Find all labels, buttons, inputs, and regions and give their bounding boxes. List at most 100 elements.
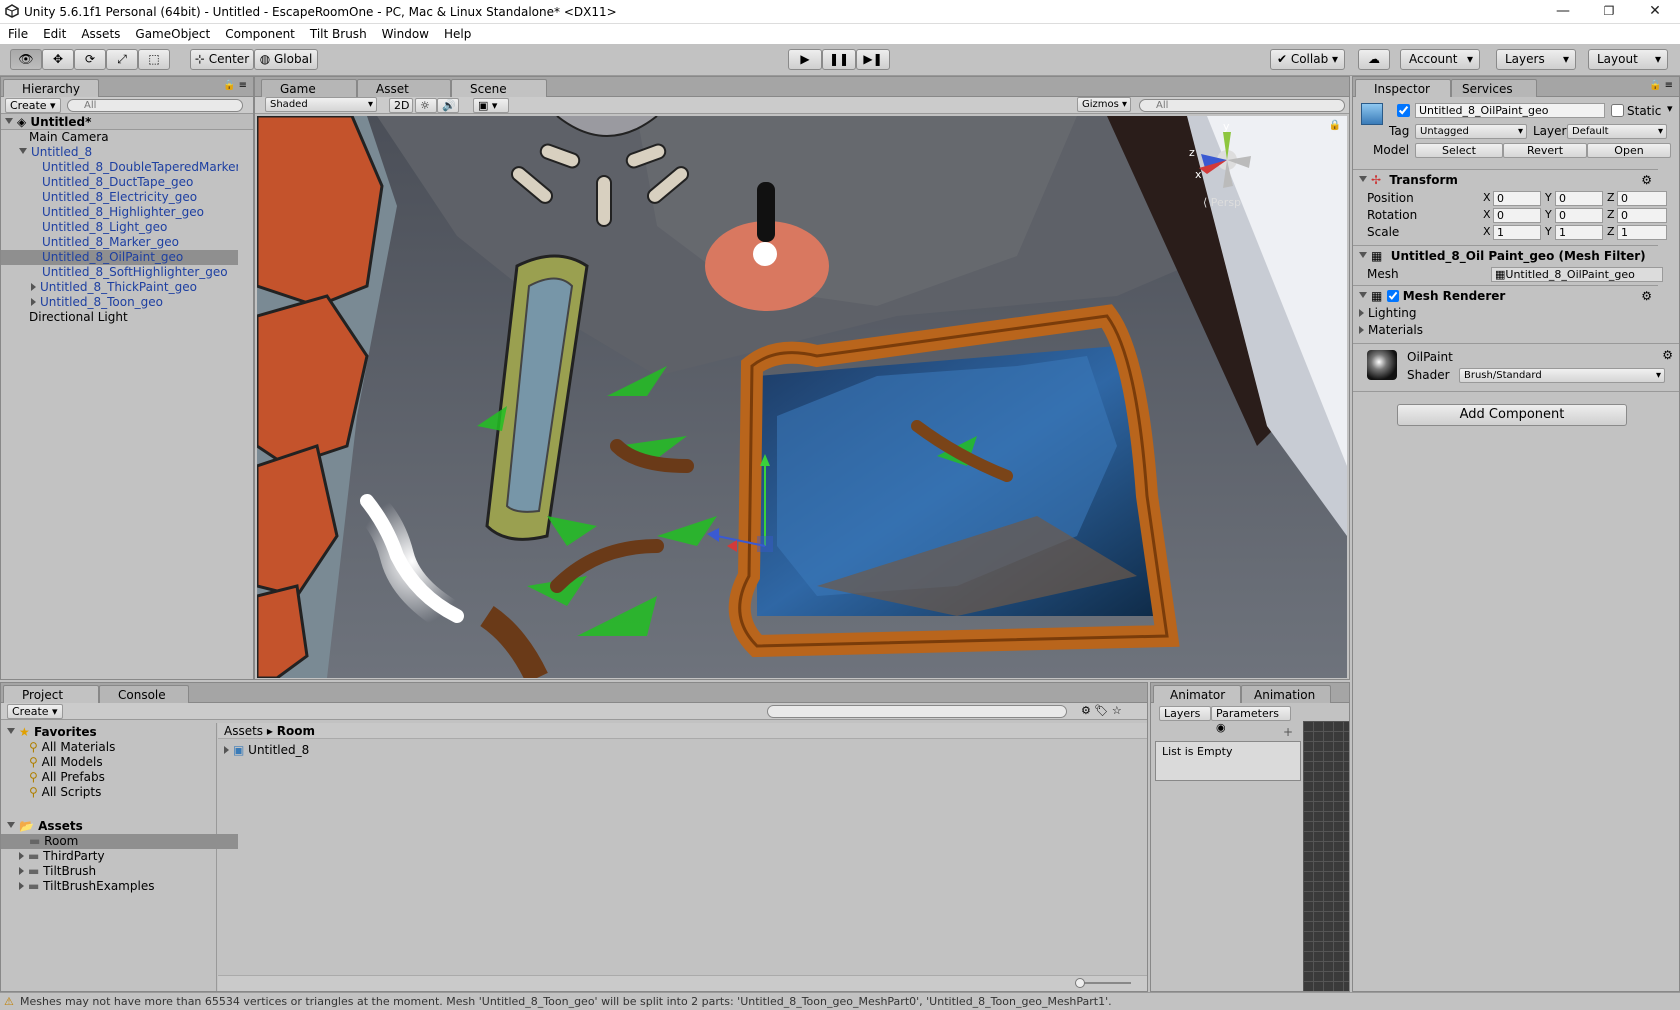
hierarchy-create-button[interactable]: Create ▾ bbox=[5, 98, 61, 113]
fold-right-icon[interactable] bbox=[19, 867, 24, 875]
cloud-button[interactable]: ☁ bbox=[1358, 49, 1390, 70]
hierarchy-item[interactable]: Untitled_8_SoftHighlighter_geo bbox=[1, 265, 238, 280]
hierarchy-item[interactable]: Untitled_8_Electricity_geo bbox=[1, 190, 238, 205]
tab-game[interactable]: Game bbox=[261, 79, 357, 97]
fold-down-icon[interactable] bbox=[1359, 252, 1367, 258]
model-revert-button[interactable]: Revert bbox=[1503, 143, 1587, 158]
scene-audio-toggle[interactable]: 🔊 bbox=[437, 98, 459, 113]
favorite-item[interactable]: ⚲ All Prefabs bbox=[1, 770, 238, 785]
hierarchy-item[interactable]: Untitled_8_Light_geo bbox=[1, 220, 238, 235]
tab-animator[interactable]: Animator bbox=[1153, 685, 1241, 703]
scene-search-input[interactable]: All bbox=[1139, 99, 1345, 112]
tab-project[interactable]: Project bbox=[3, 685, 99, 703]
renderer-enabled-checkbox[interactable] bbox=[1386, 290, 1399, 302]
fold-right-icon[interactable] bbox=[31, 298, 36, 306]
tab-asset-store[interactable]: Asset Store bbox=[357, 79, 451, 110]
fold-right-icon[interactable] bbox=[19, 852, 24, 860]
persp-label[interactable]: ⟨ Persp bbox=[1203, 196, 1241, 210]
rotation-y-field[interactable]: 0 bbox=[1555, 208, 1603, 223]
asset-folder-item[interactable]: ▬ TiltBrushExamples bbox=[1, 879, 238, 894]
fold-right-icon[interactable] bbox=[224, 746, 229, 754]
active-checkbox[interactable] bbox=[1397, 104, 1410, 117]
close-icon[interactable]: ✕ bbox=[1632, 0, 1678, 24]
static-checkbox[interactable] bbox=[1611, 104, 1624, 117]
component-settings-icon[interactable]: ⚙ bbox=[1641, 170, 1652, 190]
fold-down-icon[interactable] bbox=[7, 728, 15, 734]
scene-lock-icon[interactable]: 🔒 bbox=[1329, 120, 1341, 131]
fold-down-icon[interactable] bbox=[5, 118, 13, 124]
menu-help[interactable]: Help bbox=[436, 24, 478, 41]
scene-effects-dropdown[interactable]: ▣ ▾ bbox=[473, 98, 509, 113]
view-tool-button[interactable]: 👁 bbox=[10, 49, 42, 70]
project-create-button[interactable]: Create ▾ bbox=[7, 704, 63, 719]
tag-dropdown[interactable]: Untagged bbox=[1415, 124, 1527, 139]
pivot-global-button[interactable]: ◍ Global bbox=[254, 49, 318, 70]
hierarchy-item[interactable]: Untitled_8_DuctTape_geo bbox=[1, 175, 238, 190]
meshrenderer-header[interactable]: ▦ Mesh Renderer ⚙ bbox=[1353, 285, 1658, 305]
menu-component[interactable]: Component bbox=[217, 24, 302, 41]
move-tool-button[interactable]: ✥ bbox=[42, 49, 74, 70]
menu-file[interactable]: File bbox=[0, 24, 35, 41]
hierarchy-item[interactable]: Untitled_8_DoubleTaperedMarker_geo bbox=[1, 160, 238, 175]
model-select-button[interactable]: Select bbox=[1415, 143, 1503, 158]
add-component-button[interactable]: Add Component bbox=[1397, 404, 1627, 426]
animator-parameters-tab[interactable]: Parameters ◉ bbox=[1211, 706, 1291, 734]
panel-menu-icon[interactable]: 🔒 ≡ bbox=[223, 80, 247, 91]
tab-services[interactable]: Services bbox=[1451, 79, 1537, 97]
pivot-center-button[interactable]: ⊹ Center bbox=[190, 49, 254, 70]
toggle-2d-button[interactable]: 2D bbox=[389, 98, 413, 113]
zoom-slider-thumb[interactable] bbox=[1075, 978, 1085, 988]
rotation-z-field[interactable]: 0 bbox=[1617, 208, 1667, 223]
scene-orientation-gizmo[interactable]: y z x ⟨ Persp bbox=[1187, 120, 1267, 214]
minimize-icon[interactable]: — bbox=[1540, 0, 1586, 24]
hierarchy-item[interactable]: Directional Light bbox=[1, 310, 238, 325]
hierarchy-item[interactable]: Main Camera bbox=[1, 130, 238, 145]
position-y-field[interactable]: 0 bbox=[1555, 191, 1603, 206]
scale-y-field[interactable]: 1 bbox=[1555, 225, 1603, 240]
scale-tool-button[interactable]: ⤢ bbox=[106, 49, 138, 70]
hierarchy-item[interactable]: Untitled_8_ThickPaint_geo bbox=[1, 280, 238, 295]
scene-lighting-toggle[interactable]: ☼ bbox=[415, 98, 437, 113]
scale-x-field[interactable]: 1 bbox=[1493, 225, 1541, 240]
static-dropdown-icon[interactable]: ▾ bbox=[1667, 102, 1673, 116]
meshfilter-header[interactable]: ▦ Untitled_8_Oil Paint_geo (Mesh Filter) bbox=[1353, 245, 1658, 265]
menu-window[interactable]: Window bbox=[374, 24, 436, 41]
shading-mode-dropdown[interactable]: Shaded bbox=[265, 97, 377, 112]
scene-viewport[interactable]: y z x ⟨ Persp 🔒 bbox=[257, 116, 1347, 678]
position-z-field[interactable]: 0 bbox=[1617, 191, 1667, 206]
fold-down-icon[interactable] bbox=[19, 148, 27, 154]
model-open-button[interactable]: Open bbox=[1587, 143, 1671, 158]
add-layer-icon[interactable]: + bbox=[1283, 725, 1293, 739]
position-x-field[interactable]: 0 bbox=[1493, 191, 1541, 206]
hierarchy-search-input[interactable]: All bbox=[67, 99, 243, 112]
breadcrumb-room[interactable]: Room bbox=[277, 724, 315, 738]
play-button[interactable]: ▶ bbox=[788, 49, 822, 70]
mesh-field[interactable]: ▦Untitled_8_OilPaint_geo bbox=[1491, 267, 1663, 282]
rotation-x-field[interactable]: 0 bbox=[1493, 208, 1541, 223]
material-settings-icon[interactable]: ⚙ bbox=[1662, 348, 1673, 362]
menu-edit[interactable]: Edit bbox=[35, 24, 73, 41]
asset-folder-item[interactable]: ▬ Room bbox=[1, 834, 238, 849]
asset-folder-item[interactable]: ▬ TiltBrush bbox=[1, 864, 238, 879]
fold-down-icon[interactable] bbox=[7, 822, 15, 828]
filter-icons[interactable]: ⚙ 🏷 ☆ bbox=[1081, 704, 1122, 717]
scale-z-field[interactable]: 1 bbox=[1617, 225, 1667, 240]
menu-gameobject[interactable]: GameObject bbox=[127, 24, 217, 41]
menu-tilt-brush[interactable]: Tilt Brush bbox=[302, 24, 374, 41]
hierarchy-item[interactable]: Untitled_8_Highlighter_geo bbox=[1, 205, 238, 220]
collab-dropdown[interactable]: ✔ Collab ▾ bbox=[1270, 49, 1345, 70]
tab-hierarchy[interactable]: Hierarchy bbox=[3, 79, 99, 97]
tab-console[interactable]: Console bbox=[99, 685, 189, 703]
tab-inspector[interactable]: Inspector bbox=[1355, 79, 1451, 97]
breadcrumb-assets[interactable]: Assets bbox=[224, 724, 263, 738]
menu-assets[interactable]: Assets bbox=[73, 24, 127, 41]
account-dropdown[interactable]: Account ▾ bbox=[1400, 49, 1480, 70]
object-name-field[interactable]: Untitled_8_OilPaint_geo bbox=[1415, 103, 1605, 118]
animator-layers-tab[interactable]: Layers bbox=[1159, 706, 1211, 721]
hierarchy-item[interactable]: Untitled_8_Toon_geo bbox=[1, 295, 238, 310]
status-bar[interactable]: ⚠ Meshes may not have more than 65534 ve… bbox=[0, 992, 1680, 1010]
favorite-item[interactable]: ⚲ All Models bbox=[1, 755, 238, 770]
hierarchy-item[interactable]: Untitled_8 bbox=[1, 145, 238, 160]
layout-dropdown[interactable]: Layout ▾ bbox=[1588, 49, 1668, 70]
favorite-item[interactable]: ⚲ All Scripts bbox=[1, 785, 238, 800]
